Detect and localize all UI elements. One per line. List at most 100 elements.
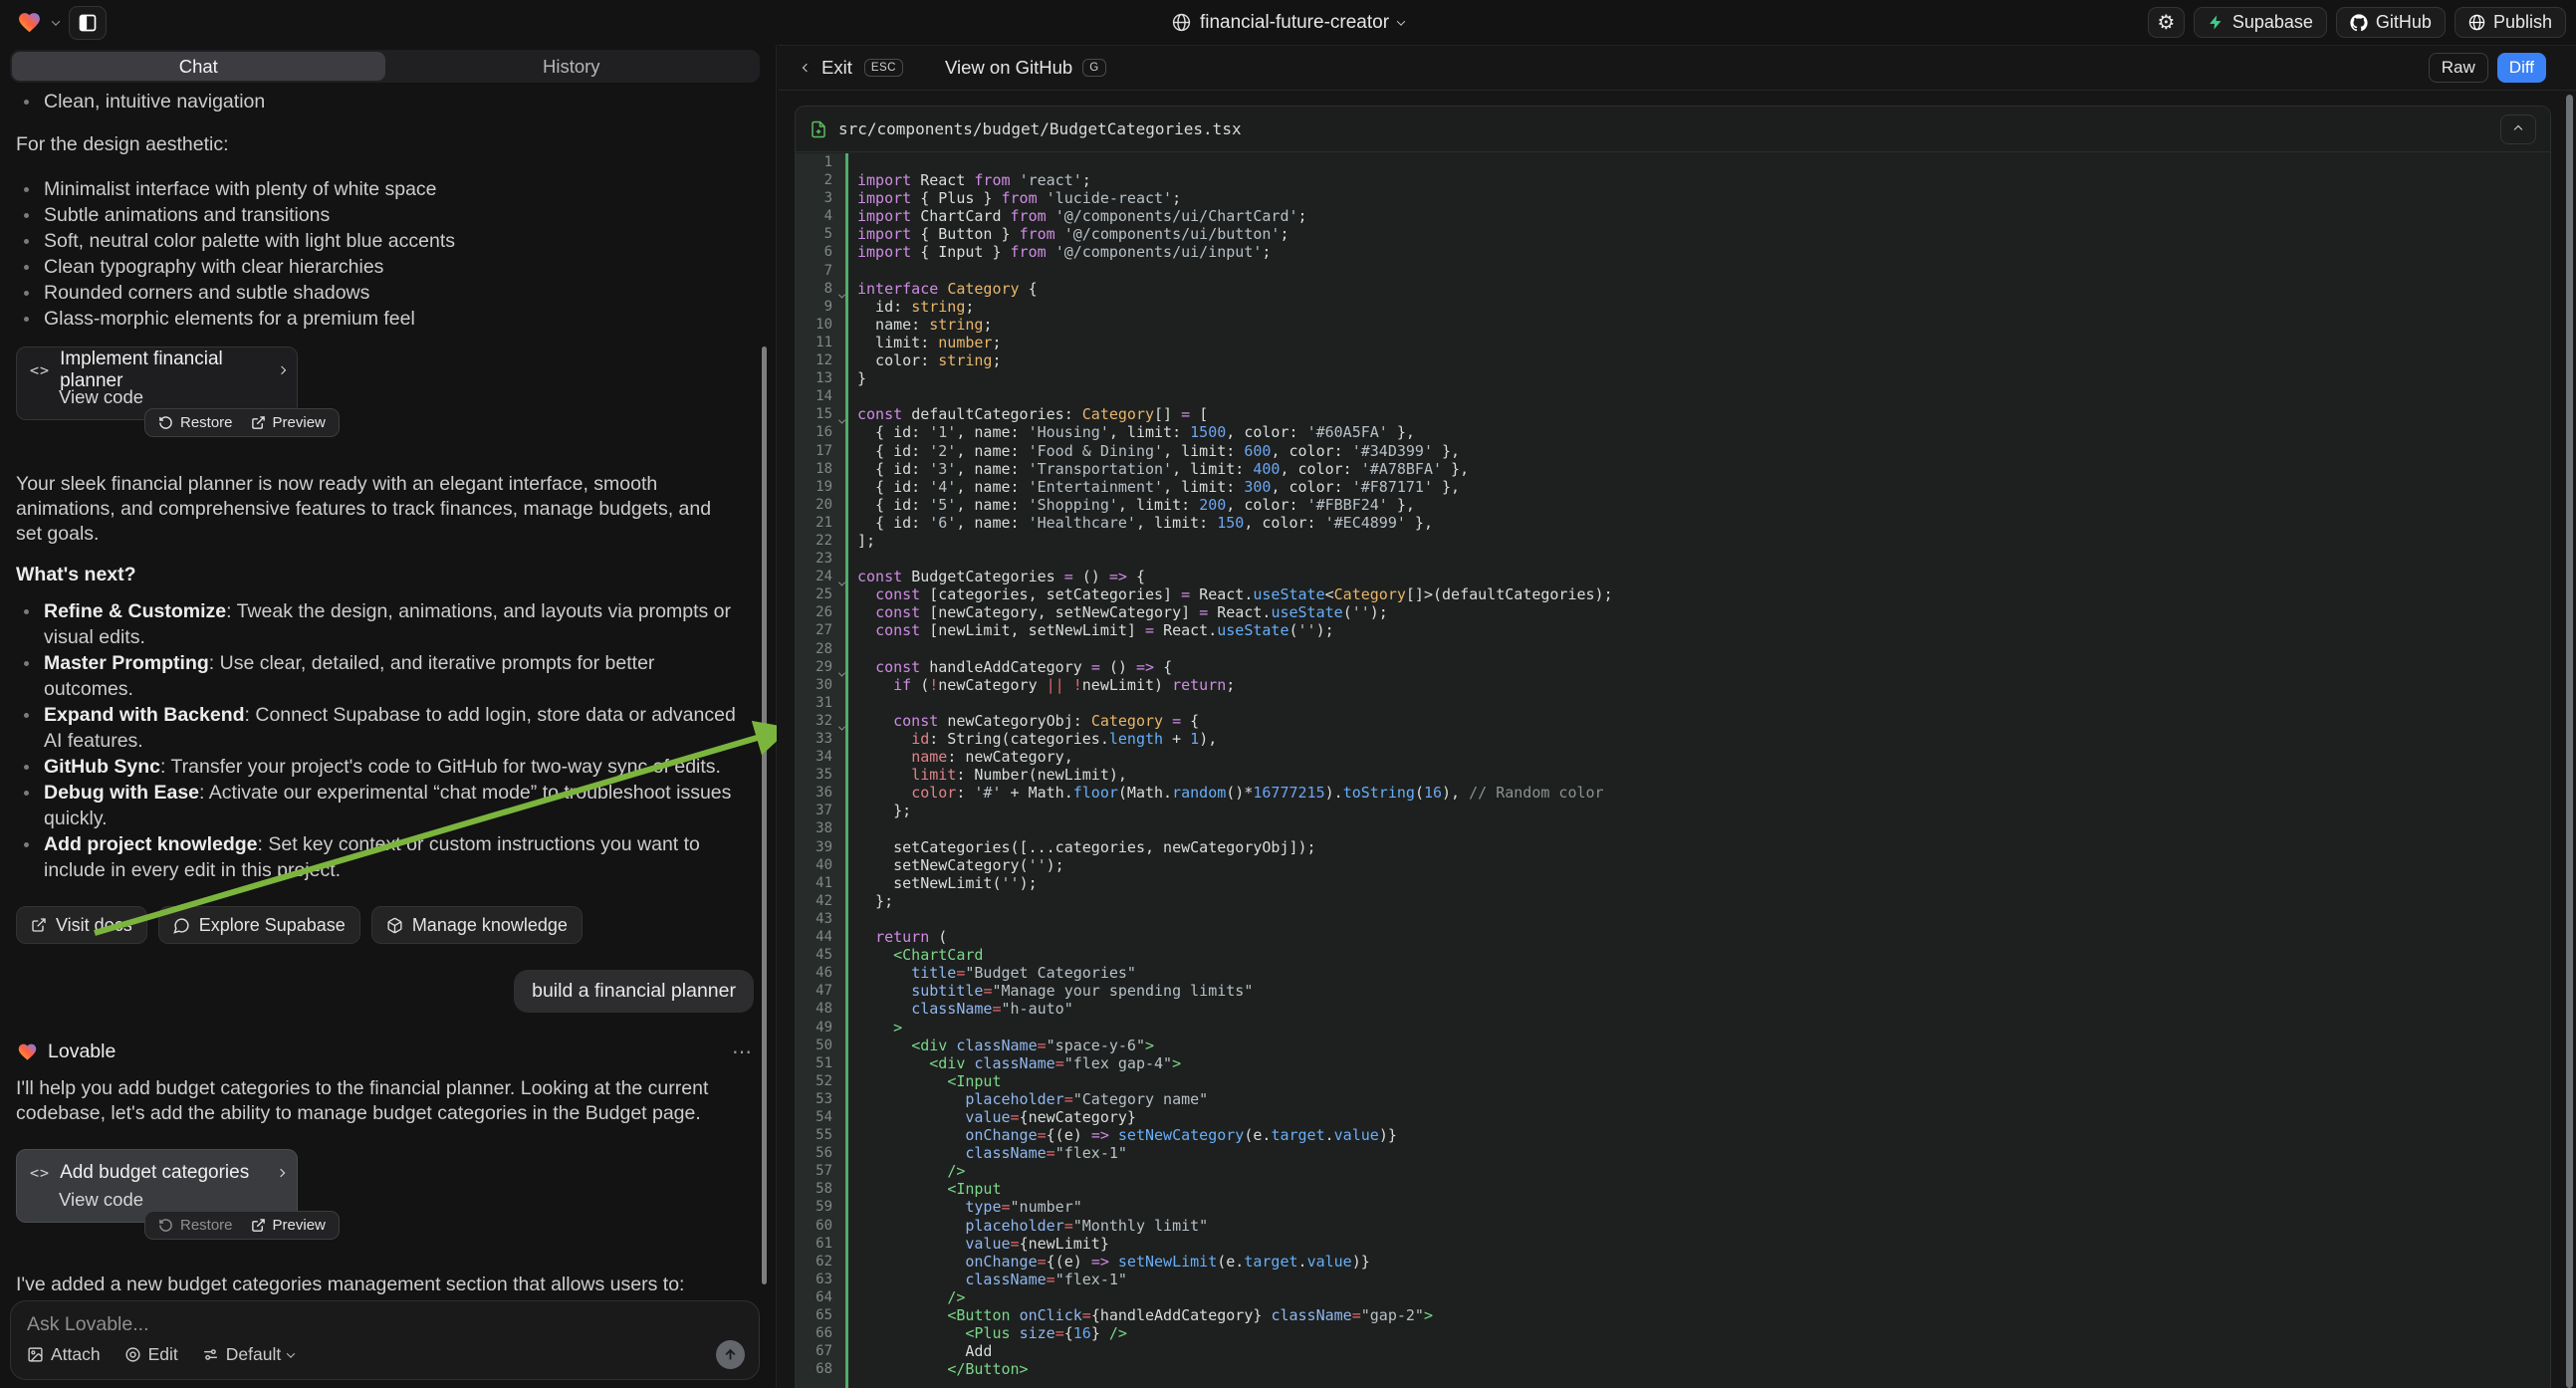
line-number: 41 bbox=[796, 874, 845, 892]
bullet-dot bbox=[24, 187, 29, 192]
list-item: Rounded corners and subtle shadows bbox=[16, 280, 754, 306]
line-number: 20 bbox=[796, 496, 845, 514]
tab-history[interactable]: History bbox=[385, 52, 759, 81]
bookmark-icon[interactable] bbox=[0, 359, 3, 380]
line-number: 55 bbox=[796, 1126, 845, 1144]
chat-tabs: Chat History bbox=[10, 50, 760, 83]
code-text: title="Budget Categories" bbox=[845, 964, 1136, 982]
code-line: 53 placeholder="Category name" bbox=[796, 1090, 2550, 1108]
restore-button[interactable]: Restore bbox=[158, 414, 233, 431]
list-item: Subtle animations and transitions bbox=[16, 202, 754, 228]
line-number: 33 bbox=[796, 730, 845, 748]
line-number: 12 bbox=[796, 351, 845, 369]
restore-button[interactable]: Restore bbox=[158, 1217, 233, 1234]
chevron-right-icon bbox=[277, 365, 285, 373]
supabase-button[interactable]: Supabase bbox=[2194, 7, 2327, 38]
line-number: 23 bbox=[796, 550, 845, 568]
list-item: Minimalist interface with plenty of whit… bbox=[16, 176, 754, 202]
line-number: 51 bbox=[796, 1054, 845, 1072]
line-number: 67 bbox=[796, 1342, 845, 1360]
external-link-icon bbox=[31, 917, 47, 933]
explore-supabase-button[interactable]: Explore Supabase bbox=[158, 906, 360, 944]
code-line: 62 onChange={(e) => setNewLimit(e.target… bbox=[796, 1253, 2550, 1271]
assistant-name: Lovable bbox=[48, 1041, 116, 1063]
line-number: 3 bbox=[796, 189, 845, 207]
code-text: subtitle="Manage your spending limits" bbox=[845, 982, 1253, 1000]
restore-icon bbox=[158, 1218, 173, 1233]
g-kbd-badge: G bbox=[1082, 59, 1105, 77]
bullet-dot bbox=[24, 100, 29, 105]
send-button[interactable] bbox=[716, 1340, 745, 1369]
code-text: <Button onClick={handleAddCategory} clas… bbox=[845, 1306, 1433, 1324]
raw-toggle-button[interactable]: Raw bbox=[2429, 53, 2488, 83]
message-menu-button[interactable]: ⋯ bbox=[732, 1040, 754, 1064]
edit-button[interactable]: Edit bbox=[124, 1344, 178, 1365]
line-number: 47 bbox=[796, 982, 845, 1000]
code-text: <Plus size={16} /> bbox=[845, 1324, 1127, 1342]
code-line: 12 color: string; bbox=[796, 351, 2550, 369]
code-line: 66 <Plus size={16} /> bbox=[796, 1324, 2550, 1342]
project-chevron-down-icon bbox=[1397, 17, 1405, 25]
settings-button[interactable]: ⚙ bbox=[2148, 7, 2185, 38]
chat-input[interactable] bbox=[27, 1313, 743, 1336]
file-header[interactable]: src/components/budget/BudgetCategories.t… bbox=[796, 107, 2550, 152]
line-number: 24 bbox=[796, 568, 845, 585]
code-text: placeholder="Category name" bbox=[845, 1090, 1208, 1108]
tab-chat[interactable]: Chat bbox=[12, 52, 385, 81]
exit-button[interactable]: Exit ESC bbox=[804, 57, 903, 79]
action-chips: Visit docs Explore Supabase Manage knowl… bbox=[16, 906, 754, 944]
chat-scrollbar-thumb[interactable] bbox=[762, 347, 767, 1284]
window-scrollbar-thumb[interactable] bbox=[2566, 95, 2573, 1388]
github-button[interactable]: GitHub bbox=[2336, 7, 2446, 38]
visit-docs-button[interactable]: Visit docs bbox=[16, 906, 147, 944]
code-line: 42 }; bbox=[796, 892, 2550, 910]
bullet-dot bbox=[24, 842, 29, 847]
code-line: 37 }; bbox=[796, 802, 2550, 819]
code-line: 35 limit: Number(newLimit), bbox=[796, 766, 2550, 784]
manage-knowledge-button[interactable]: Manage knowledge bbox=[371, 906, 583, 944]
code-line: 21 { id: '6', name: 'Healthcare', limit:… bbox=[796, 514, 2550, 532]
view-on-github-button[interactable]: View on GitHub G bbox=[945, 57, 1106, 79]
code-line: 36 color: '#' + Math.floor(Math.random()… bbox=[796, 784, 2550, 802]
publish-button[interactable]: Publish bbox=[2455, 7, 2566, 38]
mode-select[interactable]: Default bbox=[202, 1344, 294, 1365]
code-line: 32 const newCategoryObj: Category = { bbox=[796, 712, 2550, 730]
code-line: 39 setCategories([...categories, newCate… bbox=[796, 838, 2550, 856]
diff-toggle-button[interactable]: Diff bbox=[2497, 53, 2546, 83]
code-line: 47 subtitle="Manage your spending limits… bbox=[796, 982, 2550, 1000]
line-number: 28 bbox=[796, 640, 845, 658]
code-line: 63 className="flex-1" bbox=[796, 1271, 2550, 1288]
code-text: setCategories([...categories, newCategor… bbox=[845, 838, 1316, 856]
code-line: 26 const [newCategory, setNewCategory] =… bbox=[796, 603, 2550, 621]
code-text: value={newCategory} bbox=[845, 1108, 1136, 1126]
code-line: 8interface Category { bbox=[796, 280, 2550, 298]
line-number: 49 bbox=[796, 1019, 845, 1037]
view-code-link[interactable]: View code bbox=[30, 1186, 284, 1213]
code-text: const [newCategory, setNewCategory] = Re… bbox=[845, 603, 1388, 621]
line-number: 48 bbox=[796, 1000, 845, 1018]
code-text: }; bbox=[845, 892, 893, 910]
user-message: build a financial planner bbox=[514, 970, 754, 1013]
code-text: { id: '5', name: 'Shopping', limit: 200,… bbox=[845, 496, 1415, 514]
code-editor[interactable]: 12import React from 'react';3import { Pl… bbox=[796, 153, 2550, 1388]
code-text: limit: Number(newLimit), bbox=[845, 766, 1127, 784]
attach-button[interactable]: Attach bbox=[27, 1344, 101, 1365]
code-text: import React from 'react'; bbox=[845, 171, 1091, 189]
assistant-text: I'll help you add budget categories to t… bbox=[16, 1076, 733, 1126]
code-text: { id: '4', name: 'Entertainment', limit:… bbox=[845, 478, 1460, 496]
code-line: 31 bbox=[796, 694, 2550, 712]
line-number: 61 bbox=[796, 1235, 845, 1253]
code-line: 9 id: string; bbox=[796, 298, 2550, 316]
collapse-file-button[interactable] bbox=[2500, 115, 2536, 144]
preview-button[interactable]: Preview bbox=[251, 1217, 326, 1234]
chat-scroll-area[interactable]: Clean, intuitive navigation For the desi… bbox=[0, 87, 776, 1334]
bookmark-icon[interactable] bbox=[0, 1162, 3, 1183]
line-number: 46 bbox=[796, 964, 845, 982]
version-card-wrap: <> Implement financial planner View code… bbox=[16, 347, 298, 420]
code-text bbox=[845, 550, 857, 568]
preview-button[interactable]: Preview bbox=[251, 414, 326, 431]
code-line: 67 Add bbox=[796, 1342, 2550, 1360]
bullet-dot bbox=[24, 609, 29, 614]
code-line: 30 if (!newCategory || !newLimit) return… bbox=[796, 676, 2550, 694]
line-number: 66 bbox=[796, 1324, 845, 1342]
